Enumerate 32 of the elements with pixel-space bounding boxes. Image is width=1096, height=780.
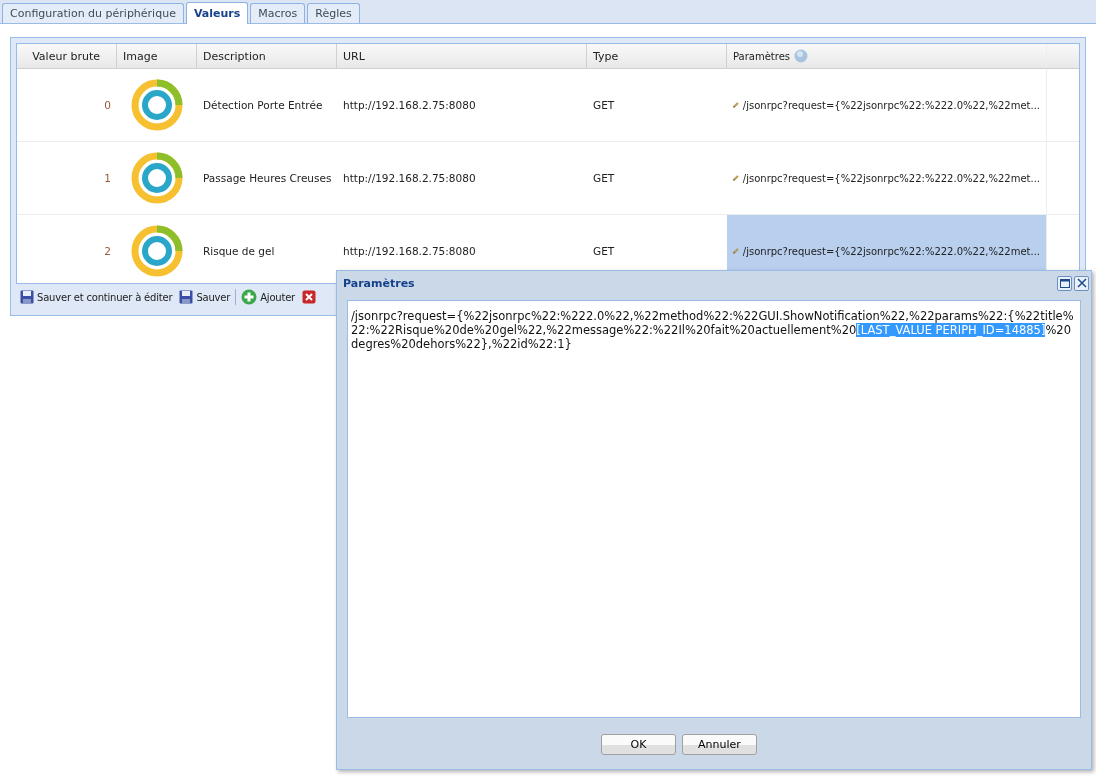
table-cell: http://192.168.2.75:8080 xyxy=(343,245,476,257)
tab[interactable]: Valeurs xyxy=(185,2,249,24)
save-button[interactable]: Sauver et continuer à éditer xyxy=(18,288,175,307)
dialog-button[interactable]: Annuler xyxy=(682,734,757,755)
params-cell[interactable]: /jsonrpc?request={%22jsonrpc%22:%222.0%22,%22met... xyxy=(727,69,1047,141)
table-cell: http://192.168.2.75:8080 xyxy=(343,99,476,111)
column-title: Paramètres xyxy=(733,50,791,62)
table-cell: GET xyxy=(593,245,615,257)
params-cell[interactable]: /jsonrpc?request={%22jsonrpc%22:%222.0%22,%22met... xyxy=(727,142,1047,214)
column-header[interactable]: Paramètres xyxy=(727,44,1047,68)
save-button[interactable]: Sauver xyxy=(177,288,233,307)
dialog-title: Paramètres xyxy=(343,276,415,290)
table-cell: 1 xyxy=(104,172,111,184)
dialog-button[interactable]: OK xyxy=(601,734,676,755)
table-cell: Détection Porte Entrée xyxy=(203,99,323,111)
tab[interactable]: Règles xyxy=(307,3,360,23)
column-header[interactable]: Description xyxy=(197,44,337,68)
column-header[interactable]: Image xyxy=(117,44,197,68)
table-cell: http://192.168.2.75:8080 xyxy=(343,172,476,184)
column-header[interactable]: Valeur brute xyxy=(17,44,117,68)
tab[interactable]: Macros xyxy=(250,3,306,23)
table-cell: GET xyxy=(593,172,615,184)
table-cell: Passage Heures Creuses xyxy=(203,172,332,184)
table-cell: 2 xyxy=(104,245,111,257)
table-cell: GET xyxy=(593,99,615,111)
column-header[interactable]: URL xyxy=(337,44,587,68)
column-header[interactable]: Type xyxy=(587,44,727,68)
add-button[interactable]: Ajouter xyxy=(239,287,298,308)
table-cell: Risque de gel xyxy=(203,245,275,257)
tab[interactable]: Configuration du périphérique xyxy=(2,3,184,23)
params-text-field[interactable]: /jsonrpc?request={%22jsonrpc%22:%222.0%22,%22method%22:%22GUI.ShowNotification%22,%22params%22:{%22title%22:%22Risque%20de%20gel%22,%22message%22:%22Il%20fait%20actuellement%20[LAST_VALUE PERIPH_ID=14885]%20degres%20dehors%22},%22id%22:1} xyxy=(347,300,1081,718)
table-cell: 0 xyxy=(104,99,111,111)
